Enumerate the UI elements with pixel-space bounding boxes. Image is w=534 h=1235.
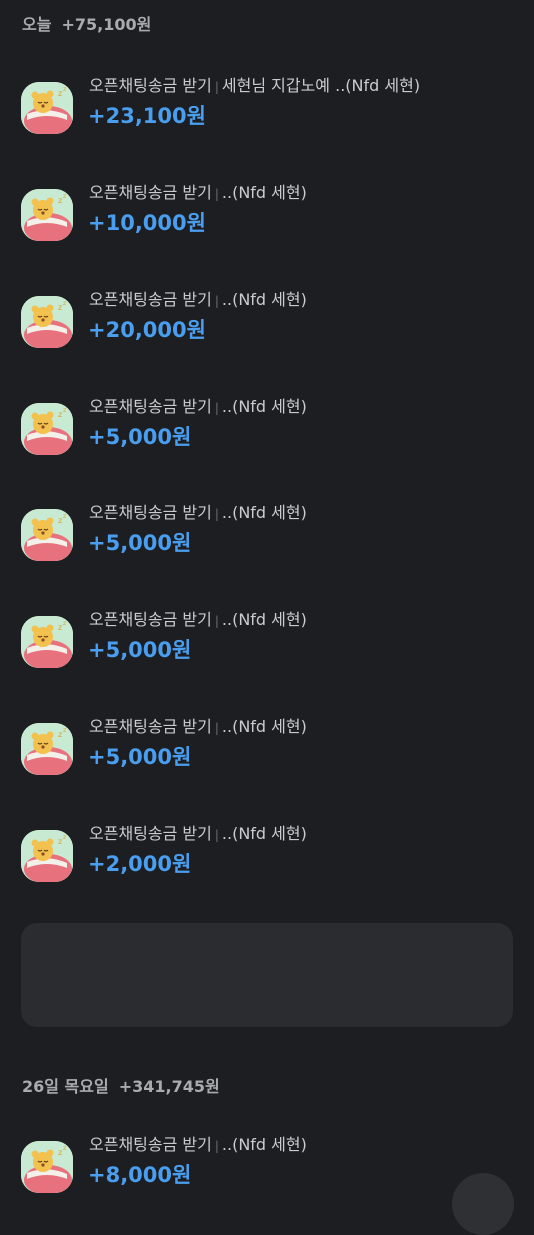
transaction-type: 오픈채팅송금 받기: [89, 610, 212, 629]
sender-avatar: zz: [21, 616, 73, 668]
ad-banner[interactable]: [21, 923, 513, 1027]
svg-text:z: z: [58, 410, 62, 419]
svg-text:z: z: [58, 196, 62, 205]
section-date: 오늘: [22, 15, 52, 34]
section-date: 26일 목요일: [22, 1077, 109, 1096]
separator: |: [214, 187, 219, 201]
separator: |: [214, 507, 219, 521]
transaction-memo: 세현님 지갑노예 ..(Nfd 세현): [221, 76, 421, 95]
transaction-memo: ..(Nfd 세현): [221, 503, 307, 522]
transaction-title: 오픈채팅송금 받기 | ..(Nfd 세현): [89, 1131, 307, 1155]
svg-text:z: z: [58, 1148, 62, 1157]
sleeping-character-icon: zz: [21, 82, 73, 134]
transaction-title: 오픈채팅송금 받기 | ..(Nfd 세현): [89, 393, 307, 417]
transaction-row[interactable]: zz 오픈채팅송금 받기 | ..(Nfd 세현) +5,000원: [0, 499, 534, 589]
transaction-row[interactable]: zz 오픈채팅송금 받기 | ..(Nfd 세현) +5,000원: [0, 606, 534, 696]
transaction-amount: +5,000원: [88, 745, 192, 769]
transaction-type: 오픈채팅송금 받기: [89, 717, 212, 736]
separator: |: [214, 80, 219, 94]
transaction-title: 오픈채팅송금 받기 | ..(Nfd 세현): [89, 499, 307, 523]
svg-text:z: z: [63, 727, 66, 734]
transaction-row[interactable]: zz 오픈채팅송금 받기 | ..(Nfd 세현) +2,000원: [0, 820, 534, 910]
transaction-amount: +10,000원: [88, 211, 206, 235]
sender-avatar: zz: [21, 189, 73, 241]
svg-text:z: z: [63, 620, 66, 627]
transaction-row[interactable]: zz 오픈채팅송금 받기 | 세현님 지갑노예 ..(Nfd 세현) +23,100…: [0, 72, 534, 162]
svg-text:z: z: [63, 1145, 66, 1152]
sleeping-character-icon: zz: [21, 296, 73, 348]
sender-avatar: zz: [21, 509, 73, 561]
transaction-title: 오픈채팅송금 받기 | 세현님 지갑노예 ..(Nfd 세현): [89, 72, 420, 96]
sender-avatar: zz: [21, 723, 73, 775]
separator: |: [214, 1139, 219, 1153]
transaction-memo: ..(Nfd 세현): [221, 290, 307, 309]
sleeping-character-icon: zz: [21, 723, 73, 775]
separator: |: [214, 401, 219, 415]
svg-text:z: z: [63, 86, 66, 93]
transaction-type: 오픈채팅송금 받기: [89, 76, 212, 95]
transaction-memo: ..(Nfd 세현): [221, 1135, 307, 1154]
svg-text:z: z: [58, 303, 62, 312]
sender-avatar: zz: [21, 1141, 73, 1193]
transaction-type: 오픈채팅송금 받기: [89, 290, 212, 309]
separator: |: [214, 721, 219, 735]
transaction-type: 오픈채팅송금 받기: [89, 1135, 212, 1154]
separator: |: [214, 614, 219, 628]
transaction-row[interactable]: zz 오픈채팅송금 받기 | ..(Nfd 세현) +5,000원: [0, 713, 534, 803]
transaction-amount: +8,000원: [88, 1163, 192, 1187]
transaction-amount: +5,000원: [88, 531, 192, 555]
transaction-memo: ..(Nfd 세현): [221, 397, 307, 416]
transaction-title: 오픈채팅송금 받기 | ..(Nfd 세현): [89, 820, 307, 844]
sender-avatar: zz: [21, 830, 73, 882]
sender-avatar: zz: [21, 296, 73, 348]
svg-text:z: z: [58, 516, 62, 525]
svg-text:z: z: [58, 623, 62, 632]
section-total: +75,100원: [61, 15, 152, 34]
sleeping-character-icon: zz: [21, 403, 73, 455]
transaction-memo: ..(Nfd 세현): [221, 717, 307, 736]
transaction-type: 오픈채팅송금 받기: [89, 397, 212, 416]
transaction-type: 오픈채팅송금 받기: [89, 503, 212, 522]
svg-text:z: z: [58, 837, 62, 846]
transaction-memo: ..(Nfd 세현): [221, 824, 307, 843]
transaction-row[interactable]: zz 오픈채팅송금 받기 | ..(Nfd 세현) +10,000원: [0, 179, 534, 269]
sleeping-character-icon: zz: [21, 830, 73, 882]
sleeping-character-icon: zz: [21, 509, 73, 561]
svg-text:z: z: [58, 89, 62, 98]
transaction-memo: ..(Nfd 세현): [221, 183, 307, 202]
separator: |: [214, 294, 219, 308]
transaction-type: 오픈채팅송금 받기: [89, 183, 212, 202]
transaction-memo: ..(Nfd 세현): [221, 610, 307, 629]
section-header-today: 오늘 +75,100원: [22, 11, 151, 35]
svg-text:z: z: [58, 730, 62, 739]
sleeping-character-icon: zz: [21, 1141, 73, 1193]
svg-text:z: z: [63, 193, 66, 200]
transaction-amount: +5,000원: [88, 425, 192, 449]
transaction-title: 오픈채팅송금 받기 | ..(Nfd 세현): [89, 286, 307, 310]
sender-avatar: zz: [21, 82, 73, 134]
transaction-row[interactable]: zz 오픈채팅송금 받기 | ..(Nfd 세현) +20,000원: [0, 286, 534, 376]
section-header-day26: 26일 목요일 +341,745원: [22, 1073, 220, 1097]
transaction-amount: +2,000원: [88, 852, 192, 876]
transaction-amount: +23,100원: [88, 104, 206, 128]
transaction-title: 오픈채팅송금 받기 | ..(Nfd 세현): [89, 713, 307, 737]
floating-action-button[interactable]: [452, 1173, 514, 1235]
sleeping-character-icon: zz: [21, 616, 73, 668]
transaction-type: 오픈채팅송금 받기: [89, 824, 212, 843]
transaction-title: 오픈채팅송금 받기 | ..(Nfd 세현): [89, 179, 307, 203]
svg-text:z: z: [63, 834, 66, 841]
sleeping-character-icon: zz: [21, 189, 73, 241]
transaction-amount: +20,000원: [88, 318, 206, 342]
transaction-row[interactable]: zz 오픈채팅송금 받기 | ..(Nfd 세현) +5,000원: [0, 393, 534, 483]
separator: |: [214, 828, 219, 842]
svg-text:z: z: [63, 300, 66, 307]
svg-text:z: z: [63, 513, 66, 520]
transaction-amount: +5,000원: [88, 638, 192, 662]
svg-text:z: z: [63, 407, 66, 414]
sender-avatar: zz: [21, 403, 73, 455]
transaction-title: 오픈채팅송금 받기 | ..(Nfd 세현): [89, 606, 307, 630]
section-total: +341,745원: [118, 1077, 220, 1096]
